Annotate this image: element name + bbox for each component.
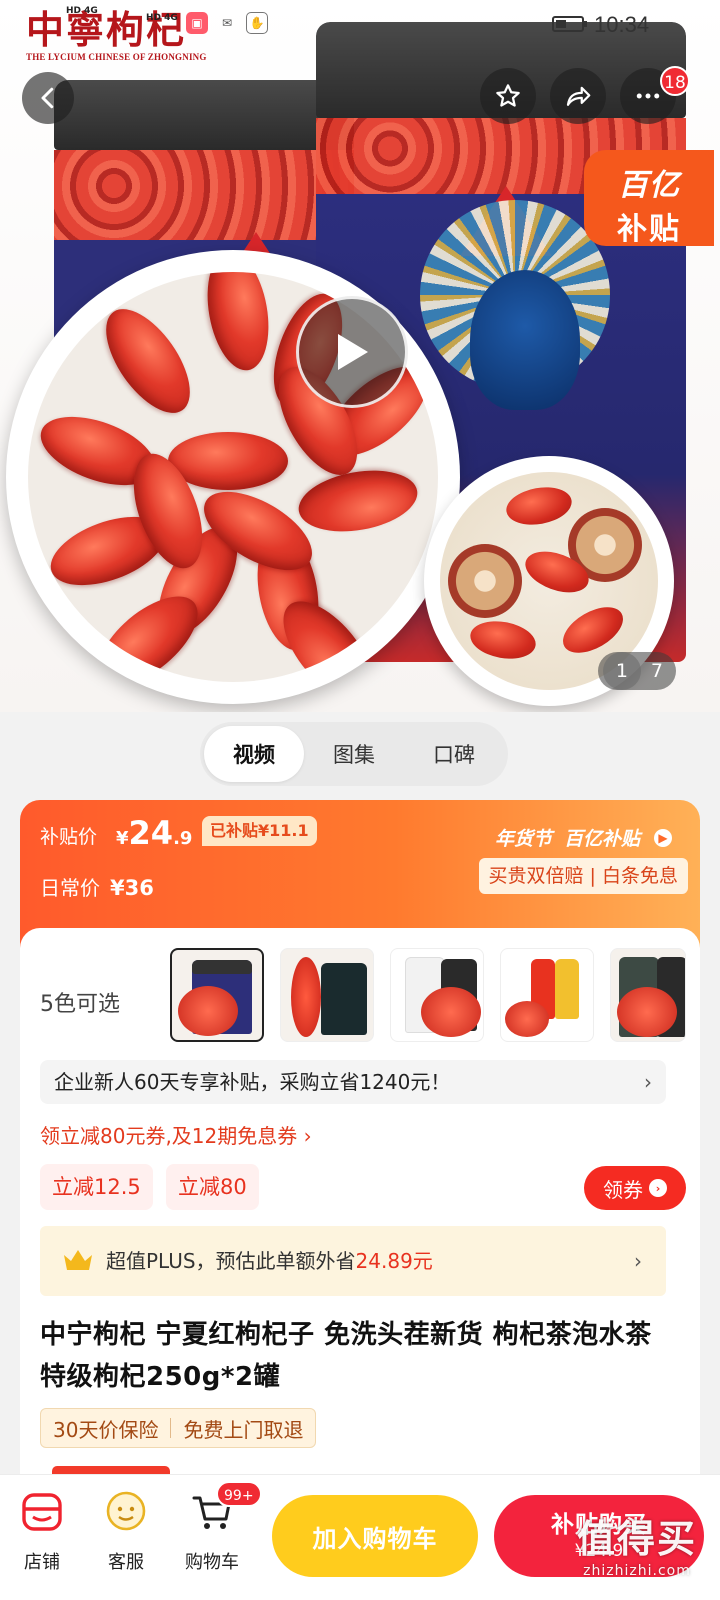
daily-price-label: 日常价 xyxy=(40,876,100,900)
subsidy-price-label: 补贴价 xyxy=(40,826,98,848)
plus-amount: 24.89元 xyxy=(355,1249,433,1273)
product-title: 中宁枸杞 宁夏红枸杞子 免洗头茬新货 枸杞茶泡水茶 特级枸杞250g*2罐 xyxy=(40,1320,652,1392)
guarantee-banner[interactable]: 买贵双倍赔 | 白条免息 xyxy=(478,858,688,894)
play-icon xyxy=(338,334,368,370)
variant-thumb[interactable] xyxy=(280,948,374,1042)
customer-service-button[interactable]: 客服 xyxy=(90,1489,162,1574)
currency-symbol: ¥ xyxy=(116,828,129,849)
clock: 10:34 xyxy=(594,12,650,37)
cart-count-badge: 99+ xyxy=(216,1481,262,1507)
product-detail-page: 中寧枸杞 THE LYCIUM CHINESE OF ZHONGNING HD … xyxy=(0,0,720,1600)
battery-icon xyxy=(552,16,587,32)
crown-icon xyxy=(64,1250,92,1270)
plus-label: 超值PLUS，预估此单额外省 xyxy=(106,1249,356,1273)
price-integer: 24 xyxy=(128,814,174,852)
festival-tag: 年货节 xyxy=(494,828,552,850)
watermark: 值得买 zhizhizhi.com xyxy=(562,1508,712,1594)
daily-price-value: ¥36 xyxy=(110,876,154,900)
variant-thumb[interactable] xyxy=(610,948,686,1042)
discount-chip[interactable]: 立减12.5 xyxy=(40,1164,153,1210)
total-pages: 7 xyxy=(650,660,664,682)
service-label: 客服 xyxy=(108,1552,144,1573)
back-button[interactable] xyxy=(22,72,74,124)
status-bar: HD 4G HD 4G ▣ ✉ ✋ 10:34 xyxy=(0,0,720,48)
play-video-button[interactable] xyxy=(296,296,408,408)
more-icon xyxy=(636,93,660,99)
network-indicator: HD 4G xyxy=(146,13,178,23)
coupon-link[interactable]: 领立减80元券,及12期免息券 › xyxy=(40,1120,312,1149)
price-decimal: .9 xyxy=(173,828,193,849)
store-button[interactable]: 店铺 xyxy=(6,1489,78,1574)
chevron-left-icon xyxy=(41,87,54,109)
peacock-artwork xyxy=(470,270,580,410)
subsidized-badge: 已补贴¥11.1 xyxy=(202,816,317,846)
arrow-right-icon: ▶ xyxy=(654,828,672,847)
chevron-right-icon: › xyxy=(644,1070,652,1094)
network-indicator: HD 4G xyxy=(66,6,98,16)
watermark-cn: 值得买 xyxy=(576,1517,697,1561)
subsidy-tag-line2: 补贴 xyxy=(617,212,681,247)
service-tags[interactable]: 30天价保险 免费上门取退 xyxy=(40,1408,317,1448)
wechat-icon: ✉ xyxy=(221,16,233,30)
tab-gallery[interactable]: 图集 xyxy=(304,726,404,782)
service-tag: 免费上门取退 xyxy=(183,1417,304,1442)
get-coupon-label: 领券 xyxy=(603,1177,643,1202)
tab-video[interactable]: 视频 xyxy=(204,726,304,782)
brand-logo-english: THE LYCIUM CHINESE OF ZHONGNING xyxy=(26,52,207,62)
service-tag: 30天价保险 xyxy=(53,1417,159,1442)
favorite-button[interactable] xyxy=(480,68,536,124)
variant-thumb[interactable] xyxy=(170,948,264,1042)
share-icon xyxy=(566,86,591,106)
product-gallery[interactable]: 中寧枸杞 THE LYCIUM CHINESE OF ZHONGNING HD … xyxy=(0,0,720,712)
discount-chip[interactable]: 立减80 xyxy=(166,1164,259,1210)
star-icon xyxy=(496,84,520,107)
add-to-cart-button[interactable]: 加入购物车 xyxy=(272,1495,478,1577)
media-tabs: 视频 图集 口碑 xyxy=(200,722,508,786)
current-page: 1 xyxy=(602,652,641,690)
tab-reviews[interactable]: 口碑 xyxy=(404,726,504,782)
plus-membership-banner[interactable]: 超值PLUS，预估此单额外省24.89元 › xyxy=(40,1226,666,1296)
arrow-right-icon: › xyxy=(649,1179,667,1197)
program-tag: 百亿补贴 xyxy=(563,828,640,850)
share-button[interactable] xyxy=(550,68,606,124)
promo-program[interactable]: 年货节 百亿补贴 ▶ xyxy=(495,824,672,851)
watermark-en: zhizhizhi.com xyxy=(583,1563,691,1579)
gallery-pager: 1 7 xyxy=(598,652,676,690)
store-icon xyxy=(22,1493,62,1531)
newcomer-text: 企业新人60天专享补贴，采购立省1240元！ xyxy=(54,1070,451,1094)
cart-label: 购物车 xyxy=(185,1552,239,1573)
customer-service-icon xyxy=(106,1491,146,1531)
product-info-card: 5色可选 企业新人60天专享补贴，采购立省1240元！ › 领立减80元券,及1… xyxy=(20,928,700,1488)
message-count-badge: 18 xyxy=(660,66,690,96)
hand-icon: ✋ xyxy=(246,12,268,34)
variant-thumb[interactable] xyxy=(390,948,484,1042)
subsidy-price: ¥ 24 .9 xyxy=(116,814,192,852)
daily-price: 日常价 ¥36 xyxy=(40,872,154,901)
newcomer-subsidy-banner[interactable]: 企业新人60天专享补贴，采购立省1240元！ › xyxy=(40,1060,666,1104)
variant-thumb[interactable] xyxy=(500,948,594,1042)
subsidy-tag-line1: 百亿 xyxy=(618,168,680,203)
get-coupon-button[interactable]: 领券 › xyxy=(584,1166,686,1210)
cart-button[interactable]: 购物车 99+ xyxy=(176,1481,262,1574)
chevron-right-icon: › xyxy=(634,1249,642,1273)
subsidy-program-tag[interactable]: 百亿 补贴 xyxy=(584,150,714,247)
app-notification-icon: ▣ xyxy=(186,12,208,34)
store-label: 店铺 xyxy=(24,1552,60,1573)
variant-count-label[interactable]: 5色可选 xyxy=(40,986,120,1018)
